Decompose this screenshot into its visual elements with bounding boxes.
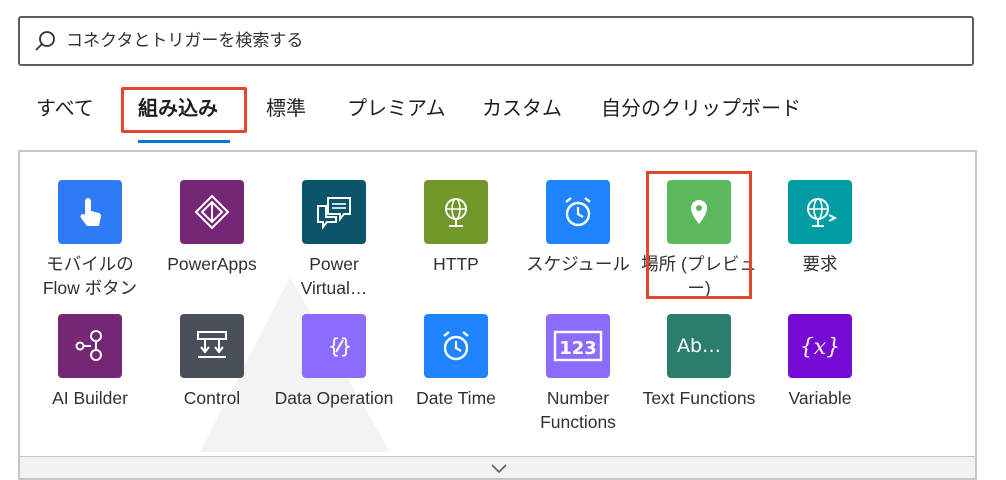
connector-highlight-box bbox=[646, 171, 752, 299]
ai-builder-icon bbox=[58, 314, 122, 378]
connector-data-operation[interactable]: { } Data Operation bbox=[274, 314, 394, 410]
control-icon bbox=[180, 314, 244, 378]
powerapps-icon bbox=[180, 180, 244, 244]
chat-icon bbox=[302, 180, 366, 244]
connector-label: AI Builder bbox=[52, 388, 128, 408]
connector-control[interactable]: Control bbox=[152, 314, 272, 410]
svg-text:}: } bbox=[340, 334, 352, 358]
connector-text-functions[interactable]: Ab… Text Functions bbox=[639, 314, 759, 410]
connector-schedule[interactable]: スケジュール bbox=[518, 180, 638, 276]
connector-label: Date Time bbox=[416, 388, 496, 408]
tab-standard[interactable]: 標準 bbox=[266, 88, 306, 128]
active-tab-indicator bbox=[138, 140, 230, 143]
alarm-clock-icon bbox=[546, 180, 610, 244]
svg-text:Ab…: Ab… bbox=[677, 335, 721, 357]
connector-label: 要求 bbox=[802, 254, 838, 274]
globe-icon bbox=[424, 180, 488, 244]
connector-power-virtual-agents[interactable]: Power Virtual… bbox=[274, 180, 394, 300]
search-box[interactable] bbox=[18, 16, 974, 66]
connector-http[interactable]: HTTP bbox=[396, 180, 516, 276]
tab-custom[interactable]: カスタム bbox=[482, 88, 562, 128]
search-input[interactable] bbox=[66, 18, 946, 64]
panel-footer[interactable] bbox=[20, 456, 975, 478]
connector-mobile-flow-button[interactable]: モバイルの Flow ボタン bbox=[30, 180, 150, 300]
connector-label: Variable bbox=[788, 388, 852, 408]
connector-label: Data Operation bbox=[274, 388, 394, 408]
tab-my-clipboard[interactable]: 自分のクリップボード bbox=[601, 88, 801, 128]
connector-label: Control bbox=[183, 388, 241, 408]
connector-label: モバイルの Flow ボタン bbox=[42, 254, 138, 298]
connector-ai-builder[interactable]: AI Builder bbox=[30, 314, 150, 410]
connector-label: PowerApps bbox=[167, 254, 257, 274]
connector-date-time[interactable]: Date Time bbox=[396, 314, 516, 410]
search-icon bbox=[35, 31, 55, 51]
chevron-down-icon[interactable] bbox=[490, 463, 508, 475]
connector-label: Power Virtual… bbox=[300, 254, 368, 298]
tab-highlight-box bbox=[121, 87, 247, 133]
data-operation-icon: { } bbox=[302, 314, 366, 378]
tab-all[interactable]: すべて bbox=[36, 88, 94, 128]
connector-variable[interactable]: {x} Variable bbox=[760, 314, 880, 410]
connector-label: Text Functions bbox=[642, 388, 756, 408]
svg-text:{: { bbox=[328, 334, 340, 358]
touch-icon bbox=[58, 180, 122, 244]
tab-premium[interactable]: プレミアム bbox=[347, 88, 446, 128]
globe-arrow-icon bbox=[788, 180, 852, 244]
text-icon: Ab… bbox=[667, 314, 731, 378]
svg-text:123: 123 bbox=[559, 338, 597, 359]
connector-label: スケジュール bbox=[526, 254, 630, 274]
connector-powerapps[interactable]: PowerApps bbox=[152, 180, 272, 276]
variable-icon: {x} bbox=[788, 314, 852, 378]
connector-number-functions[interactable]: 123 Number Functions bbox=[518, 314, 638, 434]
alarm-clock-icon bbox=[424, 314, 488, 378]
connector-request[interactable]: 要求 bbox=[760, 180, 880, 276]
number-icon: 123 bbox=[546, 314, 610, 378]
connector-label: HTTP bbox=[433, 254, 479, 274]
connector-label: Number Functions bbox=[540, 388, 616, 432]
svg-text:{x}: {x} bbox=[800, 335, 840, 360]
